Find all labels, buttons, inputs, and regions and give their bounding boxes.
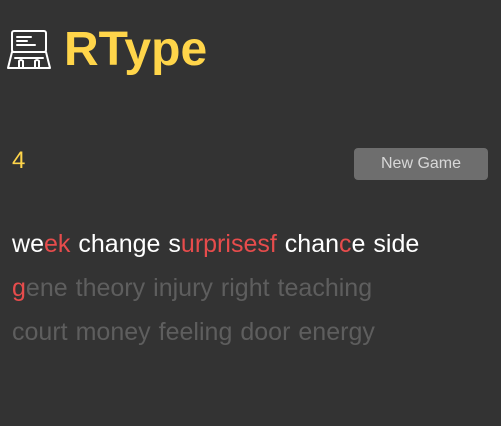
word-char: h <box>90 230 105 258</box>
word-char: c <box>284 230 298 258</box>
word-pending: court <box>12 310 68 354</box>
word-char: e <box>298 318 313 346</box>
word-char-error: u <box>180 230 195 258</box>
word-char: s <box>373 230 386 258</box>
word-char: e <box>146 230 161 258</box>
word-pending: right <box>221 266 270 310</box>
app-title: RType <box>64 23 208 76</box>
word-char: r <box>220 274 230 302</box>
word-char: s <box>168 230 181 258</box>
word-char: h <box>297 230 312 258</box>
app-header: RType <box>6 22 207 78</box>
word-char: h <box>248 274 263 302</box>
word-typed: side <box>373 222 419 266</box>
new-game-button[interactable]: New Game <box>354 148 488 180</box>
word-char: g <box>358 274 373 302</box>
word-char: u <box>38 318 53 346</box>
word-char-error: s <box>257 230 270 258</box>
word-char: e <box>351 230 366 258</box>
word-char-error: f <box>269 230 277 258</box>
word-char-error: e <box>243 230 258 258</box>
word-char-error: k <box>57 230 71 258</box>
word-char: e <box>30 230 44 258</box>
word-char: n <box>110 318 125 346</box>
word-char: e <box>96 274 111 302</box>
word-pending: energy <box>298 310 374 354</box>
word-char: g <box>348 318 363 346</box>
word-char: g <box>218 318 233 346</box>
word-char: e <box>124 318 139 346</box>
word-char: e <box>25 274 40 302</box>
word-char: n <box>312 318 327 346</box>
word-char: c <box>312 274 325 302</box>
word-pending: feeling <box>159 310 233 354</box>
word-char: w <box>12 230 31 258</box>
word-char: a <box>311 230 326 258</box>
word-typed: chance <box>285 222 366 266</box>
word-pending: door <box>240 310 290 354</box>
word-char: o <box>24 318 39 346</box>
word-pending: theory <box>76 266 146 310</box>
word-line: court money feeling door energy <box>12 310 494 354</box>
word-char: e <box>284 274 299 302</box>
word-typed: change <box>78 222 160 266</box>
word-char-error: s <box>230 230 244 258</box>
word-char-error: g <box>12 274 26 302</box>
word-char: y <box>200 274 213 302</box>
word-char: e <box>165 318 180 346</box>
word-char: n <box>118 230 133 258</box>
word-char: c <box>78 230 91 258</box>
word-char: f <box>158 318 166 346</box>
word-char: d <box>391 230 406 258</box>
word-typed: week <box>12 222 70 266</box>
word-char-error: r <box>194 230 204 258</box>
word-char: n <box>39 274 54 302</box>
word-char: g <box>234 274 249 302</box>
word-line: gene theory injury right teaching <box>12 266 494 310</box>
word-char: a <box>298 274 313 302</box>
word-pending: teaching <box>278 266 373 310</box>
word-char: r <box>124 274 133 302</box>
word-char-error: e <box>43 230 58 258</box>
word-char: n <box>325 230 340 258</box>
word-char: e <box>326 318 341 346</box>
word-char: y <box>132 274 146 302</box>
word-char: e <box>405 230 420 258</box>
word-char: n <box>158 274 173 302</box>
word-char: m <box>75 318 97 346</box>
word-char: c <box>12 318 25 346</box>
word-char: y <box>362 318 375 346</box>
word-char: e <box>53 274 68 302</box>
laptop-typing-icon <box>7 30 51 69</box>
score-counter: 4 <box>12 147 26 174</box>
word-list[interactable]: week change surprisesf chance side gene theor… <box>12 222 494 354</box>
word-char: t <box>75 274 83 302</box>
word-char: t <box>60 318 68 346</box>
word-char: r <box>52 318 61 346</box>
word-char: g <box>132 230 147 258</box>
word-char-error: p <box>203 230 218 258</box>
word-char: n <box>204 318 219 346</box>
word-char: t <box>262 274 270 302</box>
word-pending: money <box>76 310 151 354</box>
word-char: e <box>179 318 194 346</box>
word-typed: surprisesf <box>168 222 276 266</box>
word-char: o <box>96 318 111 346</box>
word-char: a <box>104 230 119 258</box>
word-char: n <box>344 274 359 302</box>
word-char: r <box>282 318 291 346</box>
word-line: week change surprisesf chance side <box>12 222 494 266</box>
word-char: o <box>254 318 269 346</box>
word-char: u <box>178 274 193 302</box>
word-pending: injury <box>153 266 213 310</box>
word-char: o <box>268 318 283 346</box>
word-char: o <box>110 274 125 302</box>
word-char: h <box>82 274 97 302</box>
word-current: gene <box>12 266 68 310</box>
word-char: y <box>138 318 151 346</box>
word-char: d <box>240 318 255 346</box>
word-char: h <box>324 274 339 302</box>
word-char: t <box>277 274 285 302</box>
word-char-error: c <box>339 230 352 258</box>
